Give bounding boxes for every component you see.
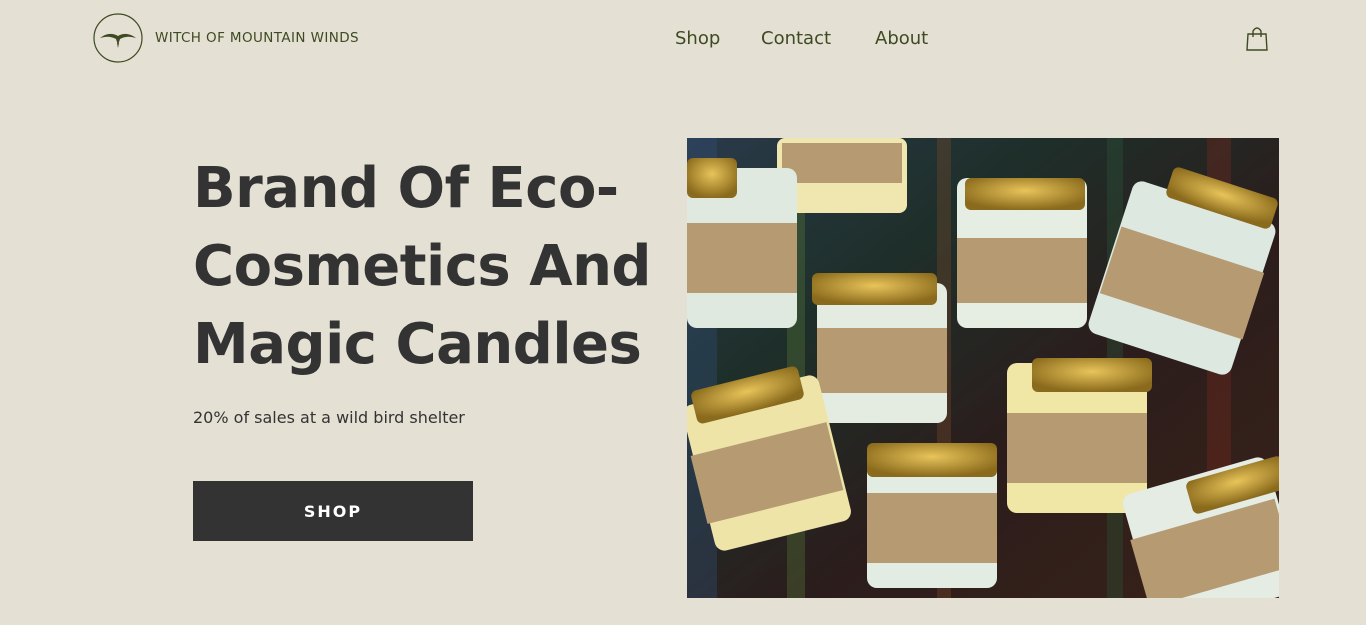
brand-name[interactable]: WITCH OF MOUNTAIN WINDS (155, 30, 359, 46)
nav-contact-link[interactable]: Contact (761, 28, 831, 49)
product-photo (687, 138, 1279, 598)
hero-title-line: Cosmetics And (193, 234, 652, 299)
bird-emblem-icon[interactable] (93, 13, 143, 63)
hero-title: Brand Of Eco- Cosmetics And Magic Candle… (193, 150, 683, 384)
shop-button[interactable]: SHOP (193, 481, 473, 541)
shopping-bag-icon[interactable] (1245, 26, 1269, 52)
site-header: WITCH OF MOUNTAIN WINDS Shop Contact Abo… (0, 0, 1366, 78)
hero-title-line: Brand Of Eco- (193, 156, 619, 221)
hero-title-line: Magic Candles (193, 312, 642, 377)
nav-shop-link[interactable]: Shop (675, 28, 720, 49)
nav-about-link[interactable]: About (875, 28, 928, 49)
hero-subtitle: 20% of sales at a wild bird shelter (193, 408, 465, 427)
